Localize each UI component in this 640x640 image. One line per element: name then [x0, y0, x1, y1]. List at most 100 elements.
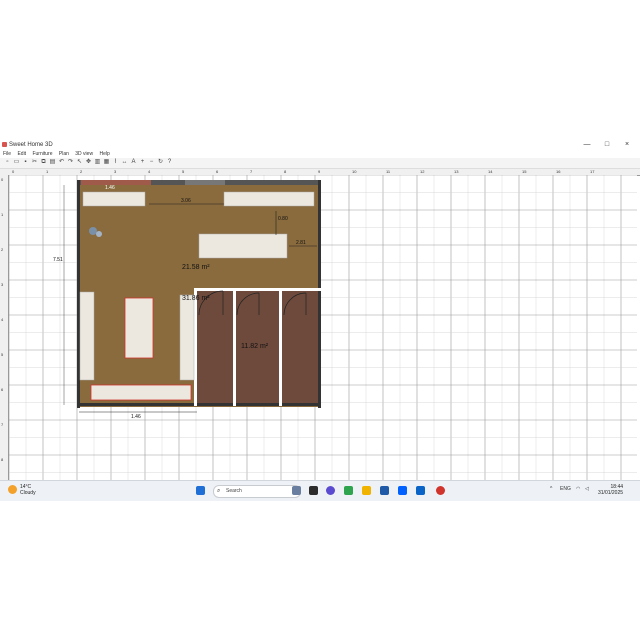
- toolbar: ▫ ▭ ▪ ✂ ⧉ ▤ ↶ ↷ ↖ ✥ ▥ ▦ ⌇ ↔ A + − ↻?: [0, 158, 640, 169]
- ruler-tick-label: 0: [12, 169, 15, 174]
- ruler-tick-label: 7: [250, 169, 253, 174]
- system-clock[interactable]: 18:44 31/01/2025: [598, 484, 623, 496]
- taskbar: 14°C Cloudy ⌕ Search ^ ENG ◠ ◁ 18:44 31/…: [0, 480, 640, 501]
- menu-bar: File Edit Furniture Plan 3D view Help: [0, 150, 640, 158]
- menu-furniture[interactable]: Furniture: [32, 151, 52, 157]
- create-dimensions-icon[interactable]: ↔: [121, 159, 128, 166]
- add-text-icon[interactable]: A: [130, 159, 137, 166]
- wall-top-red: [81, 180, 151, 185]
- dropbox-icon[interactable]: [398, 486, 407, 495]
- copy-icon[interactable]: ⧉: [40, 159, 47, 166]
- undo-icon[interactable]: ↶: [58, 159, 65, 166]
- weather-desc: Cloudy: [20, 490, 36, 496]
- dim-label-left: 7.51: [53, 257, 63, 263]
- ruler-tick-label: 0: [1, 177, 4, 182]
- wall-partition-v1: [194, 288, 197, 406]
- menu-file[interactable]: File: [3, 151, 11, 157]
- dim-label-right-v: 0.80: [278, 216, 288, 222]
- select-icon[interactable]: ↖: [76, 159, 83, 166]
- file-explorer-icon[interactable]: [362, 486, 371, 495]
- app-icon-4[interactable]: [380, 486, 389, 495]
- maximize-button[interactable]: □: [600, 140, 614, 150]
- wall-partition-v2: [233, 288, 236, 406]
- room-area-bath: 31.86 m²: [182, 295, 210, 302]
- ruler-tick-label: 1: [46, 169, 49, 174]
- weather-widget[interactable]: 14°C Cloudy: [20, 484, 36, 496]
- vertical-ruler: 0 1 2 3 4 5 6 7 8: [0, 175, 9, 480]
- app-icon-3[interactable]: [344, 486, 353, 495]
- closet-floor: [282, 290, 319, 403]
- app-icon-2[interactable]: [326, 486, 335, 495]
- sweet-home-3d-icon[interactable]: [436, 486, 445, 495]
- ruler-tick-label: 6: [216, 169, 219, 174]
- zoom-out-icon[interactable]: −: [148, 159, 155, 166]
- room-area-main: 21.58 m²: [182, 264, 210, 271]
- ruler-tick-label: 5: [182, 169, 185, 174]
- ruler-tick-label: 14: [488, 169, 493, 174]
- menu-plan[interactable]: Plan: [59, 151, 69, 157]
- help-icon[interactable]: ?: [166, 159, 173, 166]
- weather-icon[interactable]: [8, 485, 17, 494]
- table-center: [198, 233, 288, 259]
- table-middle: [124, 297, 154, 359]
- ruler-tick-label: 8: [284, 169, 287, 174]
- ruler-tick-label: 3: [1, 282, 4, 287]
- volume-icon[interactable]: ◁: [585, 486, 589, 492]
- paste-icon[interactable]: ▤: [49, 159, 56, 166]
- ruler-tick-label: 16: [556, 169, 561, 174]
- ruler-tick-label: 4: [148, 169, 151, 174]
- chair-icon: [89, 227, 97, 235]
- menu-edit[interactable]: Edit: [17, 151, 26, 157]
- app-icon-1[interactable]: [309, 486, 318, 495]
- search-icon: ⌕: [217, 488, 221, 494]
- chair-icon-2: [96, 231, 102, 237]
- wall-partition-v3: [279, 288, 282, 406]
- plan-view[interactable]: 1.46 3.06 0.80 2.81 7.51 1.46 21.58 m² 3…: [9, 175, 637, 480]
- app-icon: [2, 142, 7, 147]
- ruler-tick-label: 13: [454, 169, 459, 174]
- wall-partition-h: [194, 288, 321, 291]
- menu-help[interactable]: Help: [99, 151, 109, 157]
- dim-label-top-mid: 3.06: [181, 198, 191, 204]
- open-icon[interactable]: ▭: [13, 159, 20, 166]
- wall-right: [318, 180, 321, 408]
- tray-language[interactable]: ENG: [560, 486, 571, 492]
- window-title: Sweet Home 3D: [9, 142, 53, 148]
- title-bar: Sweet Home 3D — □ ×: [0, 140, 640, 150]
- dim-label-right-h: 2.81: [296, 240, 306, 246]
- create-polylines-icon[interactable]: ⌇: [112, 159, 119, 166]
- tray-chevron-icon[interactable]: ^: [550, 486, 552, 492]
- ruler-tick-label: 15: [522, 169, 527, 174]
- ruler-tick-label: 1: [1, 212, 4, 217]
- cut-icon[interactable]: ✂: [31, 159, 38, 166]
- outlook-icon[interactable]: [416, 486, 425, 495]
- wall-top-gray: [185, 180, 225, 185]
- wall-bottom: [77, 403, 321, 406]
- start-button-icon[interactable]: [196, 486, 205, 495]
- ruler-tick-label: 17: [590, 169, 595, 174]
- new-icon[interactable]: ▫: [4, 159, 11, 166]
- save-icon[interactable]: ▪: [22, 159, 29, 166]
- task-view-icon[interactable]: [292, 486, 301, 495]
- cabinet-top-right: [223, 191, 315, 207]
- clock-date: 31/01/2025: [598, 490, 624, 496]
- create-walls-icon[interactable]: ▥: [94, 159, 101, 166]
- wifi-icon[interactable]: ◠: [576, 486, 580, 492]
- menu-3d-view[interactable]: 3D view: [75, 151, 93, 157]
- redo-icon[interactable]: ↷: [67, 159, 74, 166]
- plan-canvas[interactable]: 1.46 3.06 0.80 2.81 7.51 1.46 21.58 m² 3…: [9, 175, 637, 480]
- dim-label-top-left: 1.46: [105, 185, 115, 191]
- taskbar-search[interactable]: ⌕ Search: [213, 485, 301, 498]
- pan-icon[interactable]: ✥: [85, 159, 92, 166]
- minimize-button[interactable]: —: [580, 140, 594, 150]
- shelf-left: [79, 291, 95, 381]
- wall-left: [77, 180, 80, 408]
- dim-label-bottom: 1.46: [131, 414, 141, 420]
- ruler-tick-label: 2: [1, 247, 4, 252]
- zoom-in-icon[interactable]: +: [139, 159, 146, 166]
- close-button[interactable]: ×: [620, 140, 634, 150]
- rotate-icon[interactable]: ↻: [157, 159, 164, 166]
- create-rooms-icon[interactable]: ▦: [103, 159, 110, 166]
- ruler-tick-label: 9: [318, 169, 321, 174]
- bathroom-floor: [197, 290, 233, 403]
